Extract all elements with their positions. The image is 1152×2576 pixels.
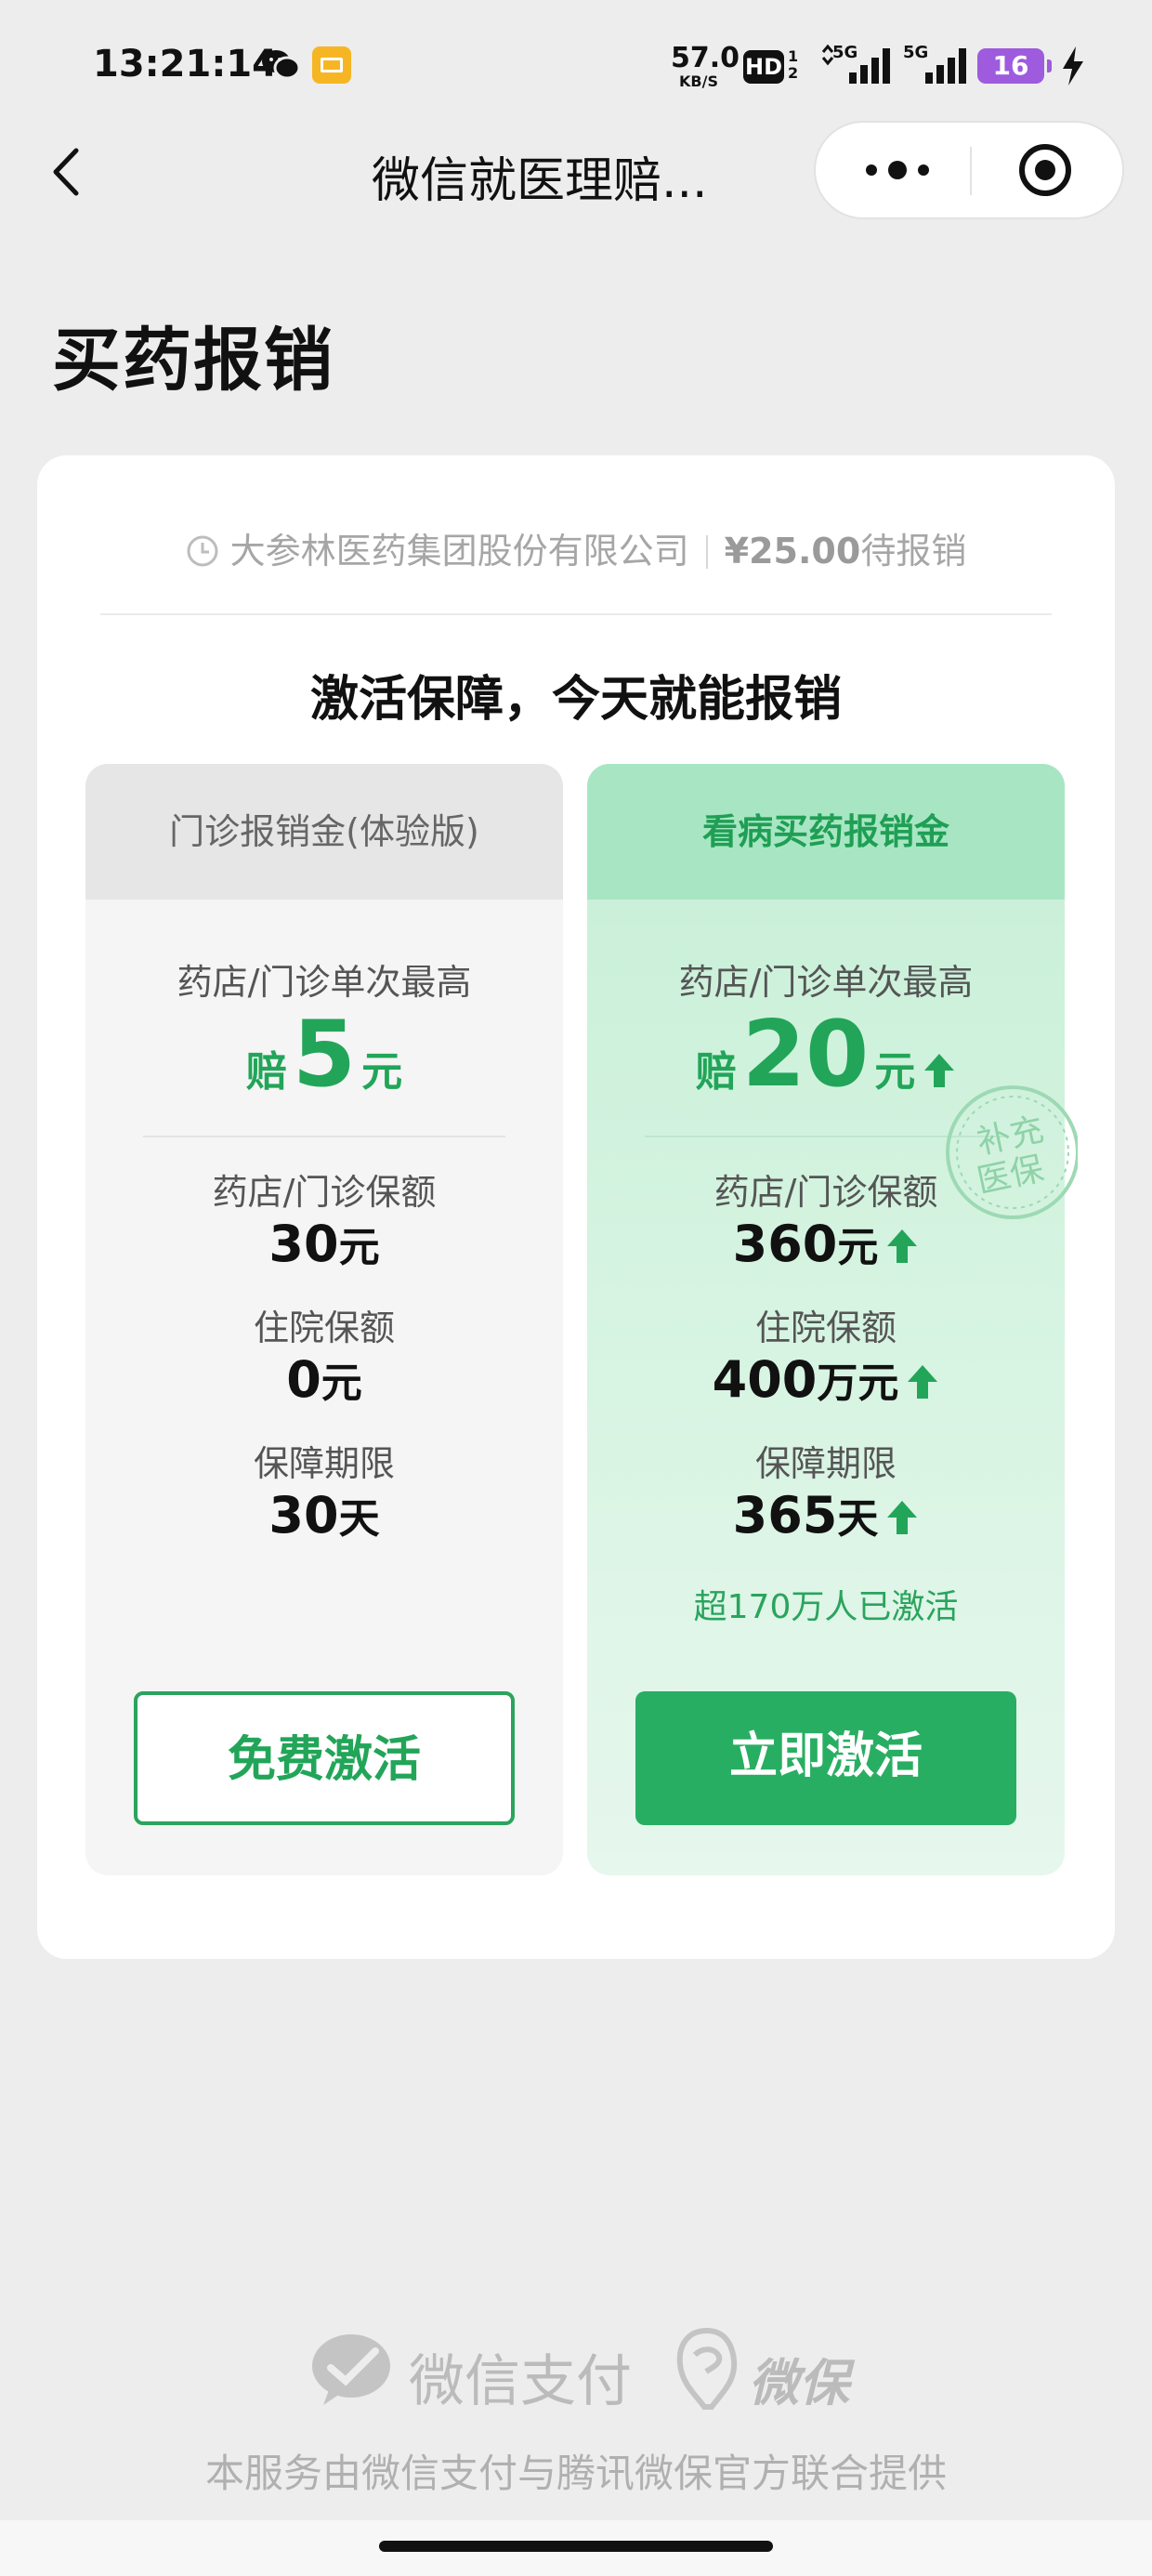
row-label: 保障期限 <box>754 1443 897 1484</box>
merchant-divider <box>705 535 708 569</box>
row-value: 0元 <box>286 1350 362 1409</box>
capsule-divider <box>970 147 972 195</box>
footer-logos: 微信支付 微保 <box>0 2323 1152 2416</box>
weibao-label: 微保 <box>749 2354 849 2412</box>
signal-icon <box>821 45 890 84</box>
mail-icon <box>312 46 351 84</box>
wechat-pay-icon <box>312 2334 390 2405</box>
activate-now-button[interactable]: 立即激活 <box>635 1691 1016 1825</box>
network-speed: 57.0 KB/S <box>671 42 740 90</box>
per-visit-max: 赔5 元 <box>245 1002 403 1108</box>
pending-label: 待报销 <box>860 531 967 572</box>
nav-title: 微信就医理赔... <box>372 153 708 209</box>
row-value: 400万元 <box>587 1349 1065 1409</box>
signal-icon <box>925 48 966 84</box>
status-bar: 13:21:14 57.0 KB/S HD 1 2 5G 5G 16 <box>0 0 1152 130</box>
hd-badge: HD <box>743 50 784 84</box>
nav-bar: 微信就医理赔... <box>0 121 1152 223</box>
wechat-pay-label: 微信支付 <box>409 2349 632 2414</box>
wechat-icon <box>262 50 301 80</box>
status-time: 13:21:14 <box>93 43 278 85</box>
up-arrow-icon <box>887 1501 918 1534</box>
merchant-name: 大参林医药集团股份有限公司 <box>229 531 689 572</box>
row-label: 药店/门诊保额 <box>212 1172 437 1213</box>
weibao-icon <box>676 2327 738 2410</box>
row-label: 住院保额 <box>253 1308 395 1348</box>
hd-sub-label: 1 2 <box>788 47 799 82</box>
mini-program-capsule <box>814 121 1124 219</box>
more-icon[interactable] <box>860 156 935 184</box>
up-arrow-icon <box>908 1365 938 1399</box>
home-indicator[interactable] <box>379 2541 773 2552</box>
plan-name: 门诊报销金(体验版) <box>85 764 563 900</box>
row-label: 保障期限 <box>253 1443 395 1484</box>
pending-amount: ¥25.00 <box>724 531 861 572</box>
back-icon[interactable] <box>45 139 100 204</box>
up-arrow-icon <box>887 1229 918 1263</box>
close-target-icon[interactable] <box>1018 143 1072 197</box>
per-visit-label: 药店/门诊单次最高 <box>678 962 974 1003</box>
activated-count: 超170万人已激活 <box>693 1588 959 1626</box>
charging-icon <box>1063 46 1083 85</box>
plan-card-premium[interactable]: 看病买药报销金 药店/门诊单次最高 赔20 元 药店/门诊保额 360元 住院保额… <box>587 764 1065 1875</box>
battery-indicator: 16 <box>977 48 1052 84</box>
row-value: 30元 <box>268 1215 380 1273</box>
plan-divider <box>143 1136 505 1137</box>
supplementary-insurance-stamp: 补充 医保 <box>946 1085 1078 1219</box>
footer-note: 本服务由微信支付与腾讯微保官方联合提供 <box>204 2451 947 2496</box>
card-divider <box>100 613 1052 615</box>
page-title: 买药报销 <box>52 321 334 401</box>
row-value: 365天 <box>587 1485 1065 1544</box>
per-visit-label: 药店/门诊单次最高 <box>177 962 472 1003</box>
plan-card-trial[interactable]: 门诊报销金(体验版) 药店/门诊单次最高 赔5 元 药店/门诊保额 30元 住院保… <box>85 764 563 1875</box>
merchant-line: 大参林医药集团股份有限公司 ¥25.00待报销 <box>37 522 1115 573</box>
row-value: 30天 <box>268 1486 380 1544</box>
clock-icon <box>187 535 218 567</box>
free-activate-button[interactable]: 免费激活 <box>134 1691 515 1825</box>
row-label: 住院保额 <box>754 1308 897 1348</box>
card-headline: 激活保障，今天就能报销 <box>309 672 842 728</box>
plan-name: 看病买药报销金 <box>587 764 1065 900</box>
